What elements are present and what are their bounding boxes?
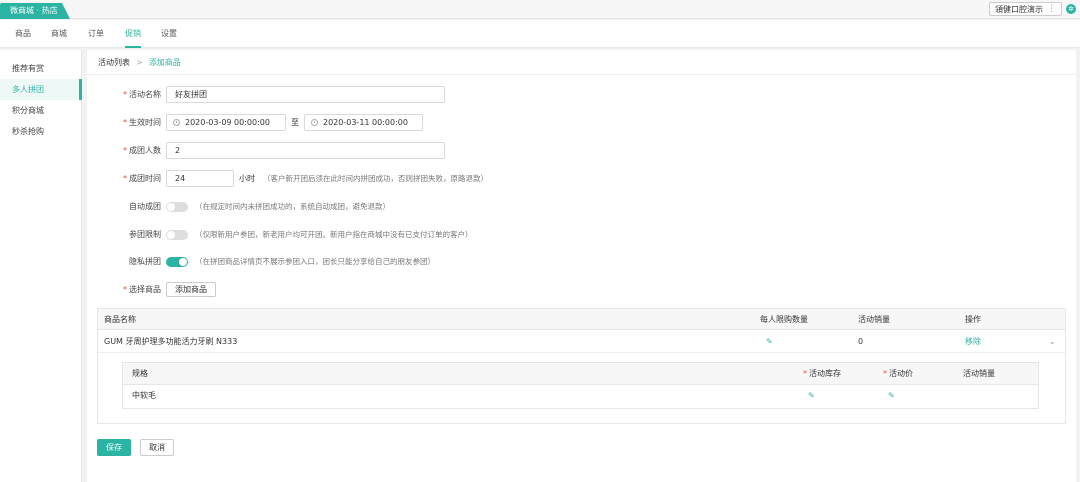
col-activity-price: * 活动价 — [883, 369, 913, 378]
breadcrumb-parent[interactable]: 活动列表 — [98, 57, 130, 68]
auto-group-toggle[interactable] — [166, 201, 188, 212]
start-date-value: 2020-03-09 00:00:00 — [185, 118, 270, 127]
title-bar: 微商城 · 热店 領健口腔演示 ⋮ ✲ — [0, 0, 1080, 19]
col-spec-sales: 活动销量 — [963, 369, 995, 378]
private-group-hint: （在拼团商品详情页不展示参团入口，团长只能分享给自己的朋友参团） — [195, 257, 435, 266]
name-label: * 活动名称 — [123, 90, 161, 99]
tab-orders[interactable]: 订单 — [88, 20, 104, 48]
auto-group-label: 自动成团 — [129, 202, 161, 211]
col-operation: 操作 — [965, 315, 981, 324]
spec-table-header: 规格 * 活动库存 * 活动价 活动销量 — [123, 363, 1038, 385]
private-group-row: 隐私拼团 （在拼团商品详情页不展示参团入口，团长只能分享给自己的朋友参团） — [87, 256, 435, 267]
store-switch-button[interactable]: 領健口腔演示 ⋮ — [989, 2, 1062, 16]
edit-stock-icon[interactable]: ✎ — [808, 385, 815, 406]
group-size-label: * 成团人数 — [123, 146, 161, 155]
group-time-row: * 成团时间 24 小时 （客户新开团后须在此时间内拼团成功，否则拼团失败，原路退… — [87, 170, 488, 187]
store-name: 領健口腔演示 — [995, 4, 1043, 14]
chevron-down-icon[interactable]: ⌄ — [1049, 330, 1056, 353]
effective-time-row: * 生效时间 2020-03-09 00:00:00 至 2020-03-11 0… — [87, 114, 423, 131]
spec-cell: 中软毛 — [132, 391, 156, 400]
end-date-value: 2020-03-11 00:00:00 — [323, 118, 408, 127]
goods-table: 商品名称 每人限购数量 活动销量 操作 GUM 牙周护理多功能活力牙刷 N333… — [97, 308, 1066, 424]
cancel-button[interactable]: 取消 — [140, 439, 174, 456]
auto-group-row: 自动成团 （在规定时间内未拼团成功的，系统自动成团，避免退款） — [87, 201, 390, 212]
date-range-separator: 至 — [291, 118, 299, 127]
save-button[interactable]: 保存 — [97, 439, 131, 456]
sidebar: 推荐有赏 多人拼团 积分商城 秒杀抢购 — [0, 50, 82, 482]
select-goods-label: * 选择商品 — [123, 285, 161, 294]
breadcrumb-current: 添加商品 — [148, 57, 181, 67]
tab-mall[interactable]: 商城 — [51, 20, 67, 48]
activity-sales-cell: 0 — [858, 337, 864, 346]
start-date-input[interactable]: 2020-03-09 00:00:00 — [166, 114, 286, 131]
group-time-label: * 成团时间 — [123, 174, 161, 183]
spec-table: 规格 * 活动库存 * 活动价 活动销量 中软毛 ✎ ✎ — [122, 362, 1039, 409]
group-time-unit: 小时 — [239, 174, 255, 183]
select-goods-row: * 选择商品 添加商品 — [87, 282, 216, 297]
tab-promotion[interactable]: 促销 — [125, 20, 141, 48]
edit-price-icon[interactable]: ✎ — [888, 385, 895, 406]
clock-icon — [173, 119, 180, 126]
col-activity-stock: * 活动库存 — [803, 369, 841, 378]
table-row: GUM 牙周护理多功能活力牙刷 N333 ✎ 0 移除 ⌄ — [98, 330, 1065, 353]
form-actions: 保存 取消 — [97, 439, 174, 456]
join-limit-row: 参团限制 （仅限新用户参团，新老用户均可开团。新用户指在商城中没有已支付订单的客… — [87, 229, 473, 240]
goods-name-cell: GUM 牙周护理多功能活力牙刷 N333 — [104, 337, 238, 346]
gear-icon[interactable]: ✲ — [1066, 4, 1076, 14]
col-spec: 规格 — [132, 369, 148, 378]
tab-goods[interactable]: 商品 — [15, 20, 31, 48]
clock-icon — [311, 119, 318, 126]
name-input[interactable]: 好友拼团 — [166, 86, 445, 103]
group-size-row: * 成团人数 2 — [87, 142, 445, 159]
private-group-toggle[interactable] — [166, 256, 188, 267]
add-goods-button[interactable]: 添加商品 — [166, 282, 216, 297]
main-nav: 商品 商城 订单 促销 设置 — [0, 20, 1080, 48]
goods-table-header: 商品名称 每人限购数量 活动销量 操作 — [98, 309, 1065, 330]
edit-icon[interactable]: ✎ — [766, 330, 773, 353]
sidebar-item-referral[interactable]: 推荐有赏 — [0, 58, 81, 79]
name-row: * 活动名称 好友拼团 — [87, 86, 445, 103]
sidebar-item-flash-sale[interactable]: 秒杀抢购 — [0, 121, 81, 142]
main-panel: 活动列表 > 添加商品 * 活动名称 好友拼团 * 生效时间 2020-03-09 … — [87, 50, 1076, 482]
col-activity-sales: 活动销量 — [858, 315, 890, 324]
sidebar-item-points-mall[interactable]: 积分商城 — [0, 100, 81, 121]
group-size-input[interactable]: 2 — [166, 142, 445, 159]
remove-link[interactable]: 移除 — [965, 330, 981, 353]
join-limit-label: 参团限制 — [129, 230, 161, 239]
more-icon: ⋮ — [1047, 3, 1056, 14]
breadcrumb-separator: > — [136, 57, 143, 67]
group-time-hint: （客户新开团后须在此时间内拼团成功，否则拼团失败，原路退款） — [263, 174, 488, 183]
effective-time-label: * 生效时间 — [123, 118, 161, 127]
breadcrumb: 活动列表 > 添加商品 — [87, 50, 1076, 75]
sidebar-item-group-buy[interactable]: 多人拼团 — [0, 79, 82, 100]
top-right-area: 領健口腔演示 ⋮ ✲ — [989, 2, 1076, 16]
table-row: 中软毛 ✎ ✎ — [123, 385, 1038, 408]
join-limit-toggle[interactable] — [166, 229, 188, 240]
end-date-input[interactable]: 2020-03-11 00:00:00 — [304, 114, 423, 131]
col-purchase-limit: 每人限购数量 — [760, 315, 808, 324]
auto-group-hint: （在规定时间内未拼团成功的，系统自动成团，避免退款） — [195, 202, 390, 211]
join-limit-hint: （仅限新用户参团，新老用户均可开团。新用户指在商城中没有已支付订单的客户） — [195, 230, 473, 239]
col-goods-name: 商品名称 — [104, 315, 136, 324]
tab-settings[interactable]: 设置 — [161, 20, 177, 48]
private-group-label: 隐私拼团 — [129, 257, 161, 266]
app-tab[interactable]: 微商城 · 热店 — [0, 3, 70, 19]
group-time-input[interactable]: 24 — [166, 170, 234, 187]
